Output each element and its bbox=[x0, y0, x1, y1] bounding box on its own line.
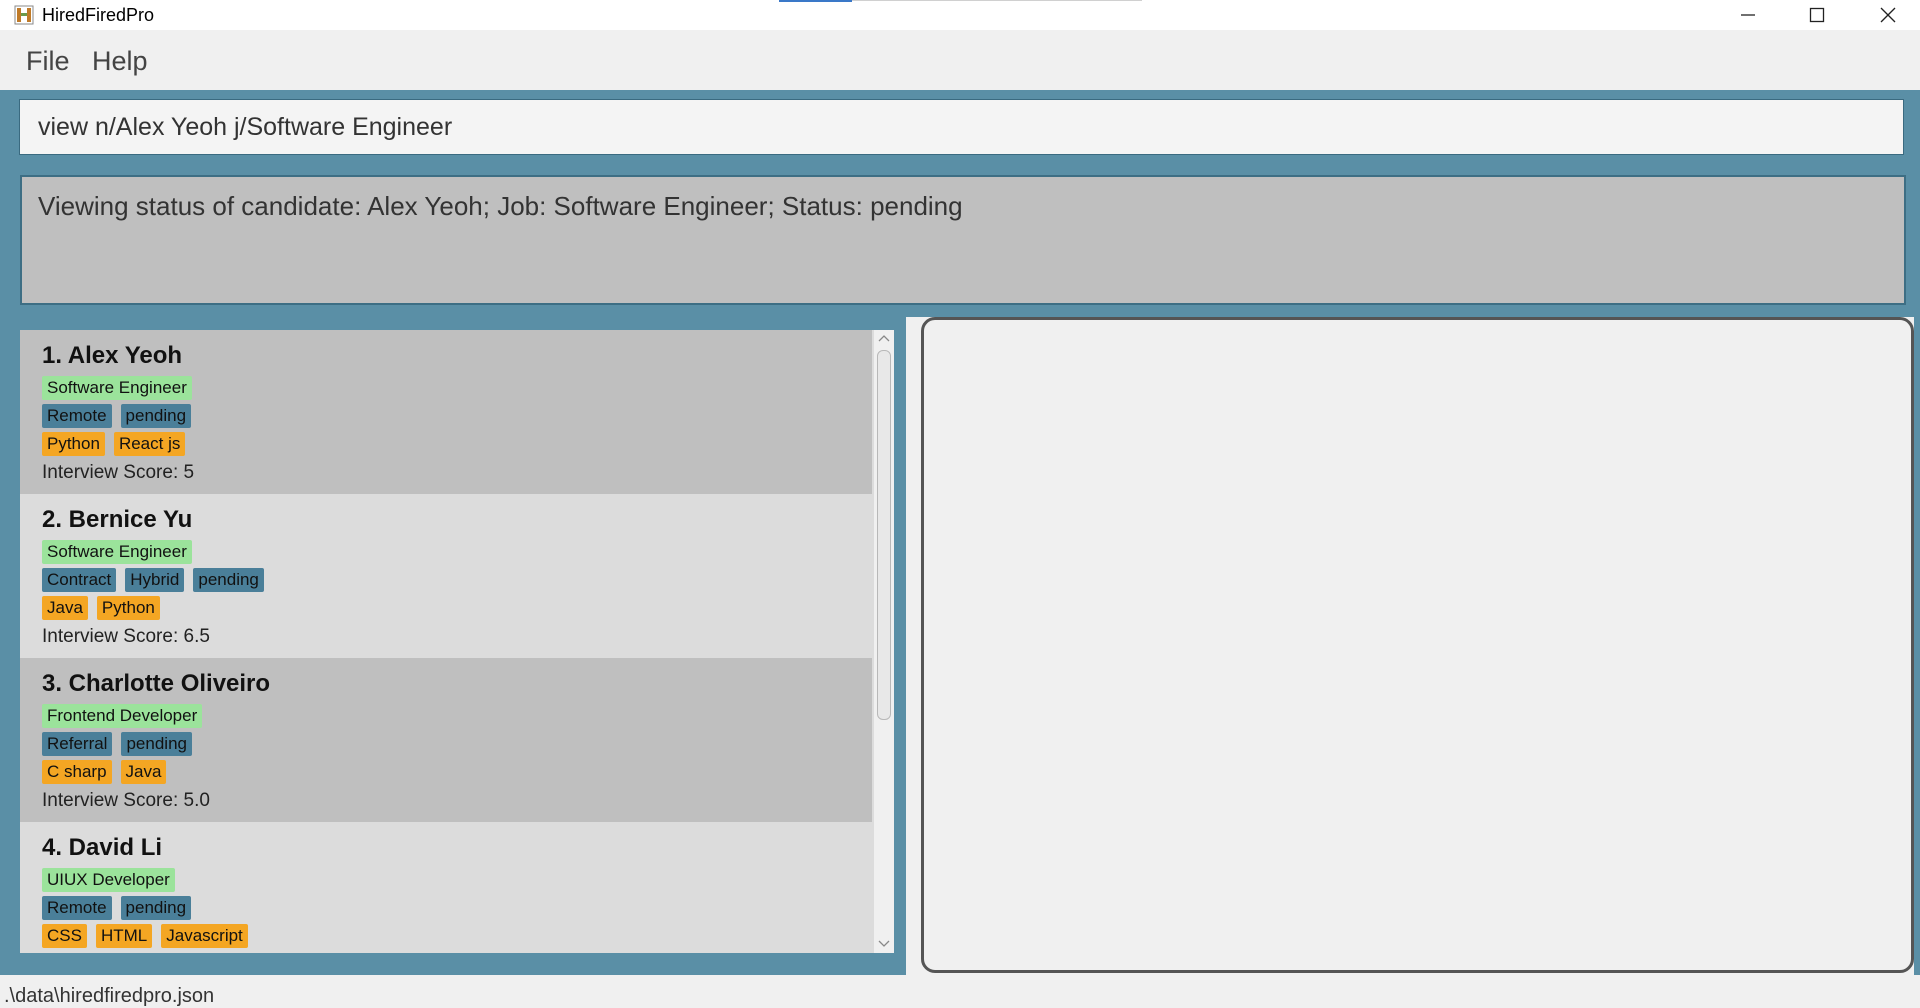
result-text: Viewing status of candidate: Alex Yeoh; … bbox=[38, 191, 963, 221]
candidate-name: 2. Bernice Yu bbox=[42, 506, 193, 533]
skill-tag: Python bbox=[96, 596, 160, 620]
maximize-button[interactable] bbox=[1787, 0, 1847, 30]
candidate-name: 1. Alex Yeoh bbox=[42, 342, 183, 369]
candidate-list: 1. Alex Yeoh Software Engineer Remote pe… bbox=[20, 330, 890, 953]
skill-tag: CSS bbox=[42, 924, 87, 948]
interview-score: Interview Score: 6.5 bbox=[42, 626, 210, 647]
window-title: HiredFiredPro bbox=[42, 5, 155, 25]
skill-tag: Javascript bbox=[161, 924, 248, 948]
meta-tag-row: Referral pending bbox=[42, 732, 192, 756]
candidate-list-panel: 1. Alex Yeoh Software Engineer Remote pe… bbox=[4, 317, 906, 974]
frame-right-edge bbox=[1914, 90, 1920, 975]
title-bar: HiredFiredPro bbox=[0, 0, 1920, 30]
maximize-icon bbox=[1809, 7, 1825, 23]
job-tag-row: Frontend Developer bbox=[42, 704, 203, 728]
candidate-card[interactable]: 4. David Li UIUX Developer Remote pendin… bbox=[20, 822, 872, 953]
result-display: Viewing status of candidate: Alex Yeoh; … bbox=[20, 175, 1906, 305]
menu-help[interactable]: Help bbox=[92, 46, 148, 77]
meta-tag: Remote bbox=[42, 404, 112, 428]
candidate-card[interactable]: 1. Alex Yeoh Software Engineer Remote pe… bbox=[20, 330, 872, 494]
candidate-name: 4. David Li bbox=[42, 834, 163, 861]
candidate-name: 3. Charlotte Oliveiro bbox=[42, 670, 271, 697]
interview-score: Interview Score: 5 bbox=[42, 462, 195, 483]
scroll-down-icon[interactable] bbox=[878, 939, 890, 949]
job-tag-row: UIUX Developer bbox=[42, 868, 175, 892]
job-tag: Frontend Developer bbox=[42, 704, 203, 728]
meta-tag-row: Remote pending bbox=[42, 896, 192, 920]
status-tag: pending bbox=[193, 568, 264, 592]
skill-tag: Python bbox=[42, 432, 105, 456]
skill-tag: HTML bbox=[95, 924, 153, 948]
meta-tag: Contract bbox=[42, 568, 117, 592]
job-tag-row: Software Engineer bbox=[42, 376, 192, 400]
candidate-card[interactable]: 3. Charlotte Oliveiro Frontend Developer… bbox=[20, 658, 872, 822]
status-tag: pending bbox=[120, 896, 192, 920]
menu-file[interactable]: File bbox=[26, 46, 70, 77]
status-tag: pending bbox=[120, 404, 192, 428]
candidate-card[interactable]: 2. Bernice Yu Software Engineer Contract… bbox=[20, 494, 872, 658]
interview-score: Interview Score: 5.0 bbox=[42, 790, 210, 811]
meta-tag-row: Remote pending bbox=[42, 404, 192, 428]
meta-tag: Referral bbox=[42, 732, 113, 756]
candidate-detail-panel bbox=[921, 317, 1914, 973]
skill-tag: Java bbox=[120, 760, 167, 784]
minimize-button[interactable] bbox=[1718, 0, 1778, 30]
job-tag-row: Software Engineer bbox=[42, 540, 192, 564]
skill-tag: Java bbox=[42, 596, 88, 620]
command-text: view n/Alex Yeoh j/Software Engineer bbox=[38, 113, 453, 141]
minimize-icon bbox=[1741, 14, 1755, 16]
close-icon bbox=[1880, 7, 1896, 23]
job-tag: Software Engineer bbox=[42, 376, 192, 400]
skill-tag: React js bbox=[113, 432, 186, 456]
command-input[interactable]: view n/Alex Yeoh j/Software Engineer bbox=[19, 99, 1904, 155]
scroll-thumb[interactable] bbox=[877, 350, 891, 720]
meta-tag: Hybrid bbox=[125, 568, 185, 592]
data-file-path: .\data\hiredfiredpro.json bbox=[4, 985, 215, 1007]
job-tag: Software Engineer bbox=[42, 540, 192, 564]
title-accent bbox=[779, 0, 852, 2]
job-tag: UIUX Developer bbox=[42, 868, 175, 892]
app-logo-icon bbox=[14, 5, 34, 25]
meta-tag-row: Contract Hybrid pending bbox=[42, 568, 264, 592]
skill-tag-row: Java Python bbox=[42, 596, 160, 620]
skill-tag: C sharp bbox=[42, 760, 112, 784]
scroll-up-icon[interactable] bbox=[878, 333, 890, 343]
status-bar: .\data\hiredfiredpro.json bbox=[0, 975, 1920, 1008]
meta-tag: Remote bbox=[42, 896, 112, 920]
skill-tag-row: C sharp Java bbox=[42, 760, 167, 784]
skill-tag-row: CSS HTML Javascript bbox=[42, 924, 248, 948]
status-tag: pending bbox=[121, 732, 192, 756]
skill-tag-row: Python React js bbox=[42, 432, 186, 456]
title-accent-line bbox=[852, 0, 1142, 1]
close-button[interactable] bbox=[1858, 0, 1918, 30]
list-scrollbar[interactable] bbox=[874, 330, 894, 953]
menu-bar: File Help bbox=[0, 30, 1920, 91]
